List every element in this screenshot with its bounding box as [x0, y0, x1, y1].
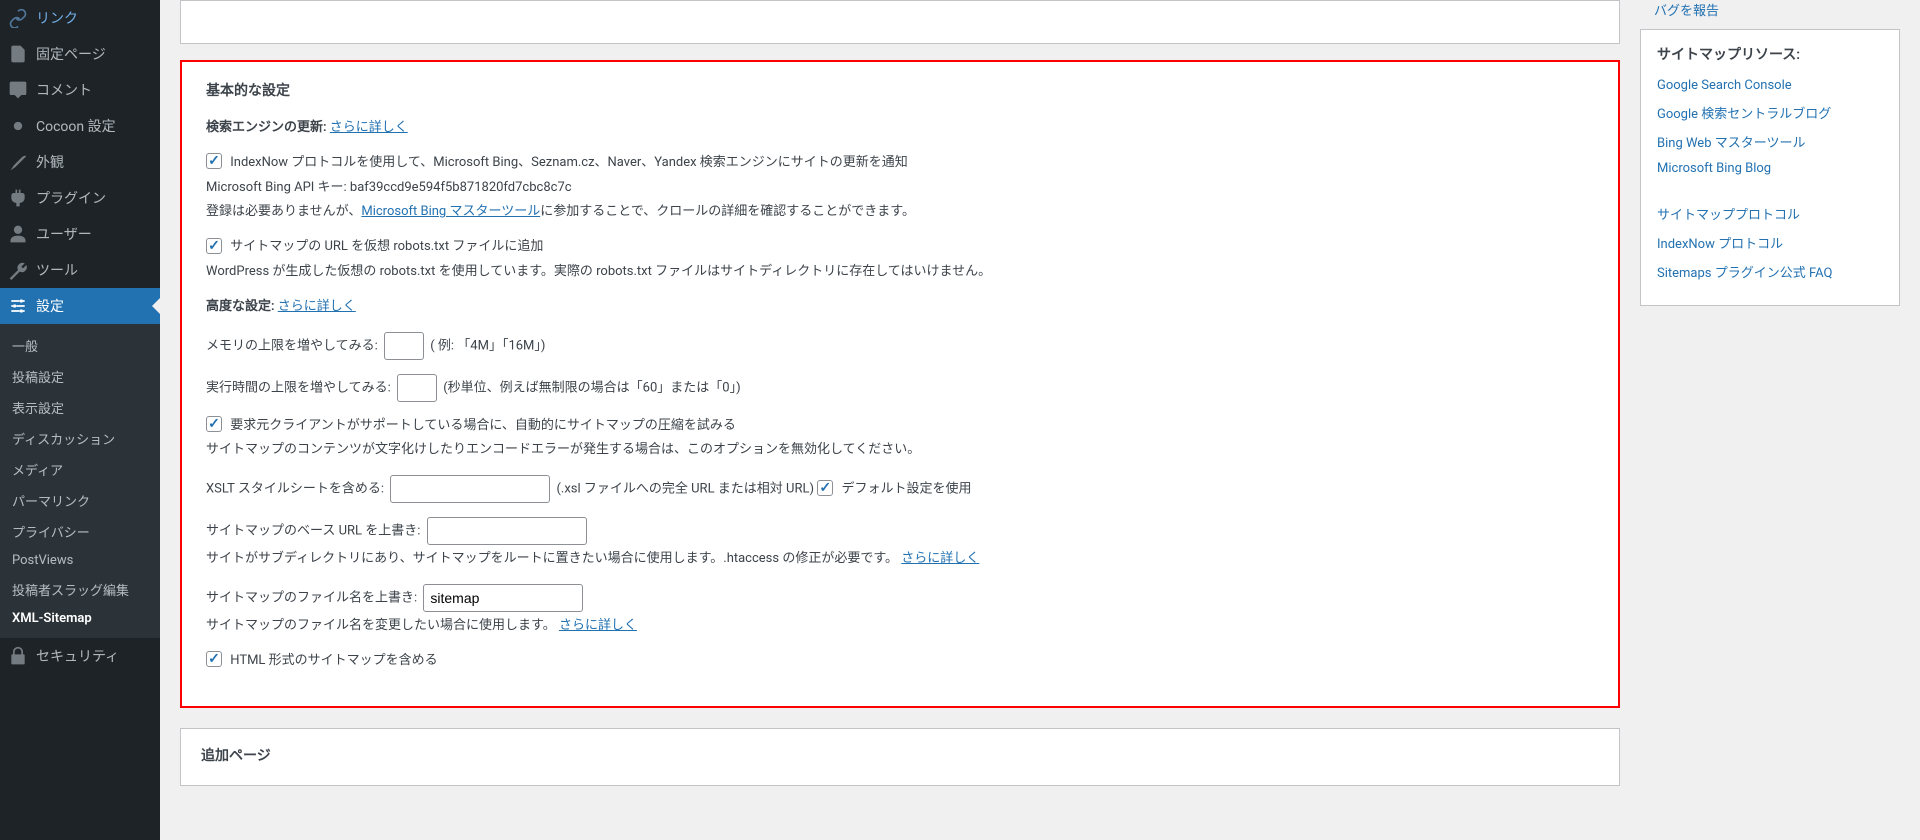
top-panel [180, 0, 1620, 44]
menu-label: コメント [36, 80, 92, 100]
compress-label: 要求元クライアントがサポートしている場合に、自動的にサイトマップの圧縮を試みる [230, 418, 736, 433]
additional-pages-title: 追加ページ [201, 745, 1599, 765]
baseurl-label: サイトマップのベース URL を上書き: [206, 524, 420, 539]
basic-settings-panel: 基本的な設定 検索エンジンの更新: さらに詳しく IndexNow プロトコルを… [180, 60, 1620, 708]
submenu-reading[interactable]: 表示設定 [0, 392, 160, 423]
submenu-media[interactable]: メディア [0, 454, 160, 485]
submenu-xml-sitemap[interactable]: XML-Sitemap [0, 605, 160, 632]
baseurl-learn-more-link[interactable]: さらに詳しく [901, 551, 979, 566]
link-icon [8, 8, 28, 28]
wrench-icon [8, 260, 28, 280]
lock-icon [8, 646, 28, 666]
menu-cocoon[interactable]: Cocoon 設定 [0, 108, 160, 144]
menu-security[interactable]: セキュリティ [0, 638, 160, 674]
comment-icon [8, 80, 28, 100]
menu-comments[interactable]: コメント [0, 72, 160, 108]
submenu-general[interactable]: 一般 [0, 330, 160, 361]
search-engine-learn-more-link[interactable]: さらに詳しく [330, 120, 408, 135]
resources-title: サイトマップリソース: [1657, 44, 1883, 64]
menu-label: プラグイン [36, 188, 106, 208]
filename-label: サイトマップのファイル名を上書き: [206, 590, 417, 605]
baseurl-desc: サイトがサブディレクトリにあり、サイトマップをルートに置きたい場合に使用します。… [206, 551, 898, 566]
menu-label: ツール [36, 260, 78, 280]
resource-link-bing-wmt[interactable]: Bing Web マスターツール [1657, 132, 1883, 151]
exec-hint: (秒単位、例えば無制限の場合は「60」または「0」) [443, 380, 740, 395]
menu-users[interactable]: ユーザー [0, 216, 160, 252]
robots-desc: WordPress が生成した仮想の robots.txt を使用しています。実… [206, 262, 1594, 283]
filename-learn-more-link[interactable]: さらに詳しく [559, 618, 637, 633]
submenu-discussion[interactable]: ディスカッション [0, 423, 160, 454]
resource-link-bing-blog[interactable]: Microsoft Bing Blog [1657, 161, 1883, 176]
xslt-default-label: デフォルト設定を使用 [841, 482, 971, 497]
dot-icon [8, 116, 28, 136]
basic-settings-title: 基本的な設定 [206, 80, 1594, 100]
robots-checkbox[interactable] [206, 238, 222, 254]
resource-link-google-blog[interactable]: Google 検索セントラルブログ [1657, 103, 1883, 122]
xslt-input[interactable] [390, 475, 550, 503]
html-sitemap-checkbox[interactable] [206, 651, 222, 667]
xslt-default-checkbox[interactable] [817, 480, 833, 496]
menu-settings[interactable]: 設定 [0, 288, 160, 324]
admin-sidebar: リンク 固定ページ コメント Cocoon 設定 外観 プラグイン ユーザー ツ… [0, 0, 160, 840]
search-engine-label: 検索エンジンの更新: [206, 120, 327, 135]
robots-label: サイトマップの URL を仮想 robots.txt ファイルに追加 [230, 239, 543, 254]
menu-pages[interactable]: 固定ページ [0, 36, 160, 72]
menu-plugins[interactable]: プラグイン [0, 180, 160, 216]
menu-label: Cocoon 設定 [36, 116, 116, 136]
submenu-author-slug[interactable]: 投稿者スラッグ編集 [0, 574, 160, 605]
resource-link-indexnow[interactable]: IndexNow プロトコル [1657, 233, 1883, 252]
memory-label: メモリの上限を増やしてみる: [206, 338, 378, 353]
resources-panel: サイトマップリソース: Google Search Console Google… [1640, 29, 1900, 306]
menu-label: 固定ページ [36, 44, 106, 64]
menu-appearance[interactable]: 外観 [0, 144, 160, 180]
xslt-label: XSLT スタイルシートを含める: [206, 482, 384, 497]
bing-api-key: Microsoft Bing API キー: baf39ccd9e594f5b8… [206, 178, 1594, 199]
indexnow-checkbox[interactable] [206, 153, 222, 169]
page-icon [8, 44, 28, 64]
resource-link-sitemap-protocol[interactable]: サイトマッププロトコル [1657, 204, 1883, 223]
menu-links[interactable]: リンク [0, 0, 160, 36]
bing-reg-post: に参加することで、クロールの詳細を確認することができます。 [540, 204, 915, 219]
advanced-label: 高度な設定: [206, 299, 275, 314]
filename-desc: サイトマップのファイル名を変更したい場合に使用します。 [206, 618, 556, 633]
compress-checkbox[interactable] [206, 416, 222, 432]
html-sitemap-label: HTML 形式のサイトマップを含める [230, 653, 437, 668]
filename-input[interactable] [423, 584, 583, 612]
menu-label: セキュリティ [36, 646, 119, 666]
memory-input[interactable] [384, 332, 424, 360]
additional-pages-panel: 追加ページ [180, 728, 1620, 786]
sliders-icon [8, 296, 28, 316]
exec-input[interactable] [397, 374, 437, 402]
menu-tools[interactable]: ツール [0, 252, 160, 288]
resource-link-plugin-faq[interactable]: Sitemaps プラグイン公式 FAQ [1657, 262, 1883, 281]
bug-report-link[interactable]: バグを報告 [1654, 0, 1900, 19]
main-content: 基本的な設定 検索エンジンの更新: さらに詳しく IndexNow プロトコルを… [160, 0, 1640, 840]
bing-master-tools-link[interactable]: Microsoft Bing マスターツール [361, 204, 540, 219]
menu-label: リンク [36, 8, 78, 28]
compress-desc: サイトマップのコンテンツが文字化けしたりエンコードエラーが発生する場合は、このオ… [206, 440, 1594, 461]
settings-submenu: 一般 投稿設定 表示設定 ディスカッション メディア パーマリンク プライバシー… [0, 324, 160, 638]
submenu-writing[interactable]: 投稿設定 [0, 361, 160, 392]
exec-label: 実行時間の上限を増やしてみる: [206, 380, 391, 395]
submenu-privacy[interactable]: プライバシー [0, 516, 160, 547]
advanced-learn-more-link[interactable]: さらに詳しく [278, 299, 356, 314]
baseurl-input[interactable] [427, 517, 587, 545]
indexnow-label: IndexNow プロトコルを使用して、Microsoft Bing、Sezna… [230, 155, 908, 170]
plug-icon [8, 188, 28, 208]
memory-hint: ( 例: 「4M」「16M」) [430, 338, 545, 353]
menu-label: 外観 [36, 152, 64, 172]
submenu-postviews[interactable]: PostViews [0, 547, 160, 574]
submenu-permalinks[interactable]: パーマリンク [0, 485, 160, 516]
resource-link-gsc[interactable]: Google Search Console [1657, 78, 1883, 93]
xslt-hint: (.xsl ファイルへの完全 URL または相対 URL) [556, 482, 814, 497]
right-sidebar: バグを報告 サイトマップリソース: Google Search Console … [1640, 0, 1920, 840]
user-icon [8, 224, 28, 244]
bing-reg-pre: 登録は必要ありませんが、 [206, 204, 361, 219]
menu-label: 設定 [36, 296, 64, 316]
menu-label: ユーザー [36, 224, 92, 244]
brush-icon [8, 152, 28, 172]
